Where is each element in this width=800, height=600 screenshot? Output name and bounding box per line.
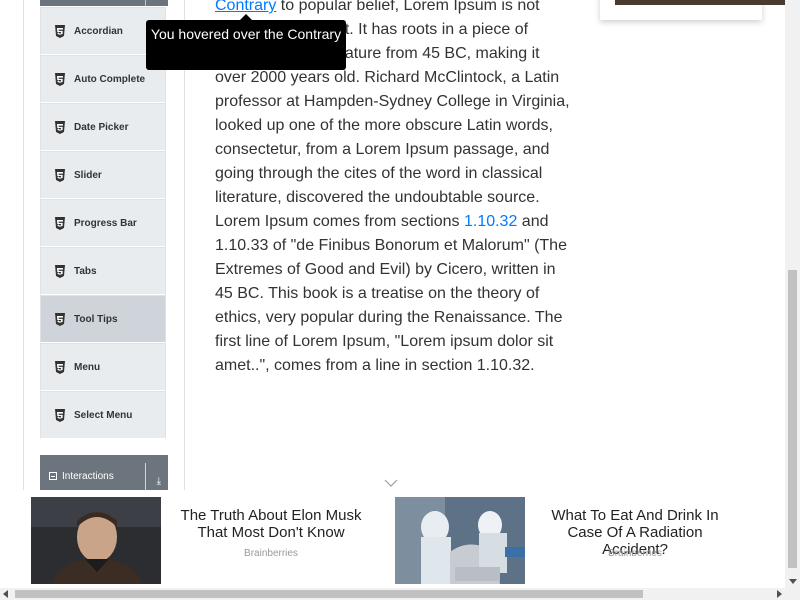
sidebar-item-tabs[interactable]: Tabs [40,247,166,295]
html5-icon [54,72,66,86]
chevron-down-icon[interactable] [384,478,398,488]
ad-banner: The Truth About Elon Musk That Most Don'… [0,490,788,588]
contrary-link[interactable]: Contrary [215,0,276,14]
sidebar-item-label: Progress Bar [74,217,137,229]
horizontal-scrollbar-thumb[interactable] [15,590,643,598]
collapse-icon [49,472,57,480]
html5-icon [54,24,66,38]
html5-icon [54,120,66,134]
sidebar-item-label: Auto Complete [74,73,146,85]
ad-item[interactable]: The Truth About Elon Musk That Most Don'… [31,497,381,584]
sidebar-menu-list: Accordian Auto Complete Date Picker Slid… [40,7,166,439]
html5-icon [54,360,66,374]
html5-icon [54,216,66,230]
sidebar-item-label: Slider [74,169,102,181]
scroll-right-arrow-icon[interactable] [777,590,782,598]
download-arrow-icon[interactable]: ⤓ [157,477,161,487]
sidebar-item-slider[interactable]: Slider [40,151,166,199]
widgets-group-header[interactable] [40,0,168,7]
ad-image-strip [615,0,785,5]
ad-source: Brainberries [608,548,662,559]
sidebar-item-label: Date Picker [74,121,129,133]
ad-source: Brainberries [244,548,298,559]
tooltip: You hovered over the Contrary [146,20,346,70]
sidebar-item-tool-tips[interactable]: Tool Tips [40,295,166,343]
sidebar-item-label: Menu [74,361,101,373]
vertical-scrollbar[interactable] [785,0,800,588]
sidebar-item-label: Tool Tips [74,313,118,325]
ad-item[interactable]: What To Eat And Drink In Case Of A Radia… [395,497,755,584]
html5-icon [54,264,66,278]
sidebar-item-label: Tabs [74,265,97,277]
paragraph-text: and 1.10.33 of "de Finibus Bonorum et Ma… [215,213,567,374]
ad-thumbnail[interactable] [395,497,525,584]
vertical-scrollbar-thumb[interactable] [788,270,797,568]
ad-thumbnail[interactable] [31,497,161,584]
html5-icon [54,408,66,422]
group-header-label: Interactions [62,470,114,482]
page: Accordian Auto Complete Date Picker Slid… [0,0,800,600]
sidebar-item-select-menu[interactable]: Select Menu [40,391,166,439]
sidebar-item-menu[interactable]: Menu [40,343,166,391]
ad-card[interactable] [600,0,785,20]
section-link[interactable]: 1.10.32 [464,213,517,230]
sidebar-item-date-picker[interactable]: Date Picker [40,103,166,151]
horizontal-scrollbar[interactable] [0,588,800,600]
sidebar-item-label: Select Menu [74,409,133,421]
scroll-left-arrow-icon[interactable] [3,590,8,598]
html5-icon [54,168,66,182]
html5-icon [54,312,66,326]
sidebar-item-progress-bar[interactable]: Progress Bar [40,199,166,247]
sidebar-item-label: Accordian [74,25,123,37]
ad-headline[interactable]: The Truth About Elon Musk That Most Don'… [171,507,371,541]
scroll-down-arrow-icon[interactable] [789,579,797,584]
